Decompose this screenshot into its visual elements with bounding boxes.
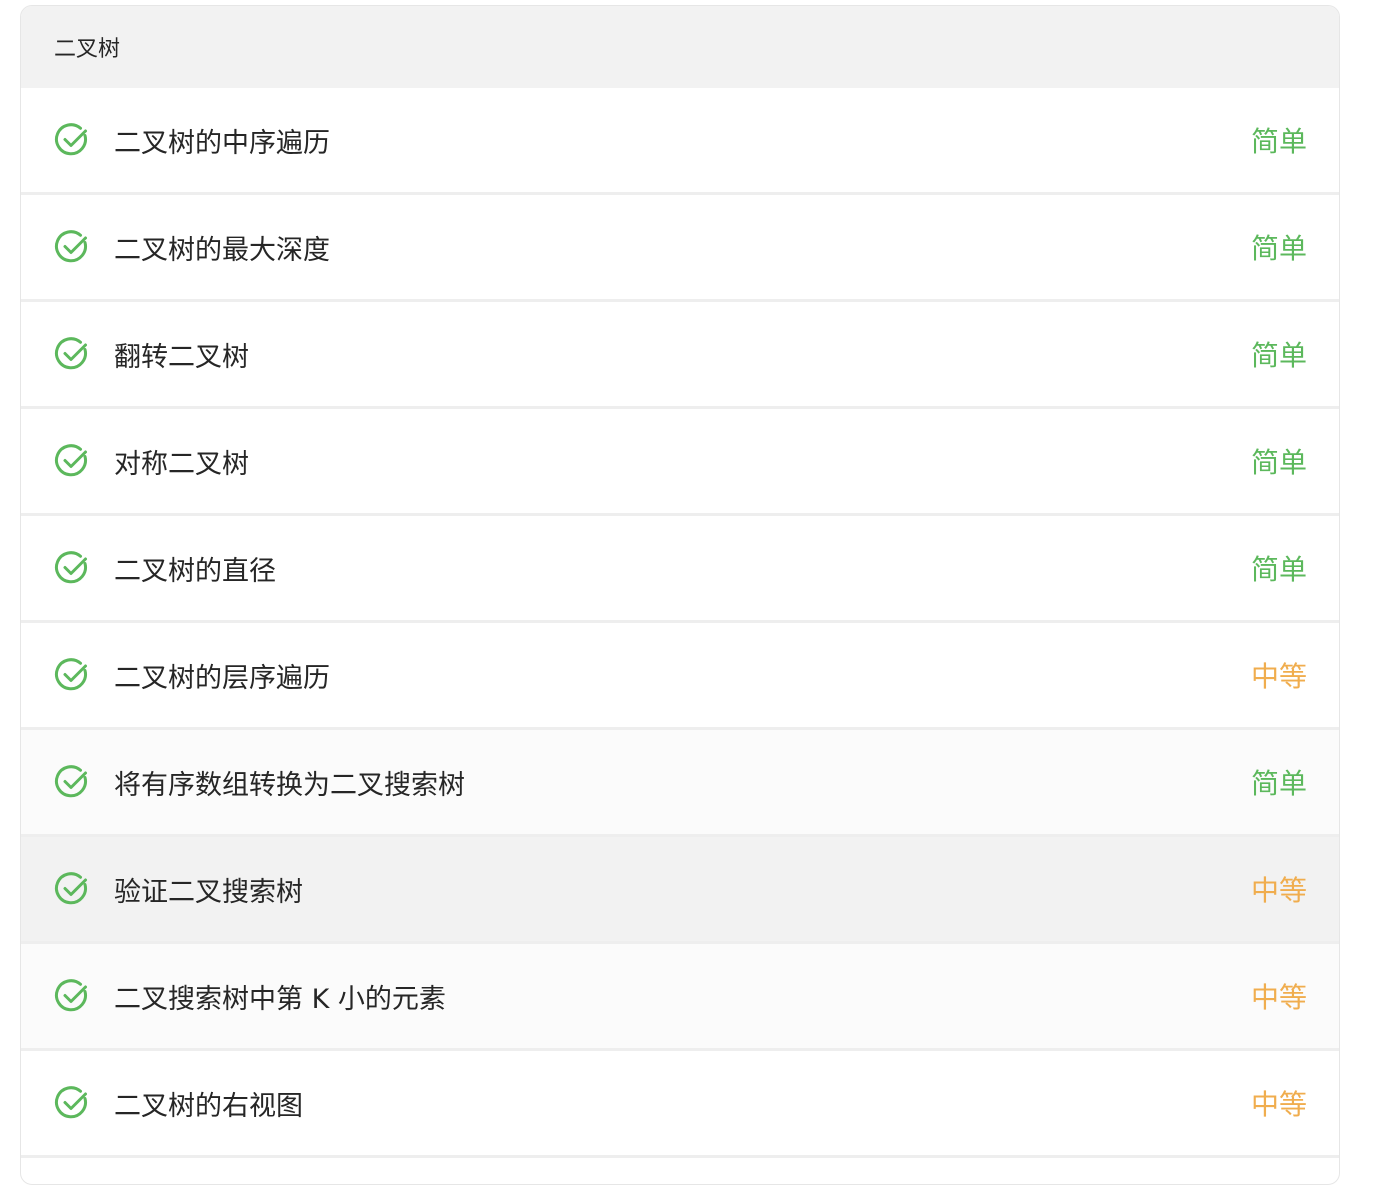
problem-row[interactable]: 二叉树的直径 简单 bbox=[21, 516, 1339, 623]
check-circle-icon bbox=[54, 336, 90, 372]
problem-row[interactable]: 二叉树的最大深度 简单 bbox=[21, 195, 1339, 302]
section-header: 二叉树 bbox=[21, 6, 1339, 88]
difficulty-label: 简单 bbox=[1250, 125, 1307, 158]
check-circle-icon bbox=[54, 764, 90, 800]
problem-row[interactable]: 二叉树的右视图 中等 bbox=[21, 1051, 1339, 1158]
section-title: 二叉树 bbox=[54, 37, 121, 62]
difficulty-label: 简单 bbox=[1250, 232, 1307, 265]
problem-title[interactable]: 将有序数组转换为二叉搜索树 bbox=[114, 763, 465, 802]
problem-title[interactable]: 验证二叉搜索树 bbox=[114, 870, 303, 909]
difficulty-label: 中等 bbox=[1250, 1088, 1307, 1121]
difficulty-label: 简单 bbox=[1250, 339, 1307, 372]
check-circle-icon bbox=[54, 550, 90, 586]
problem-row[interactable]: 翻转二叉树 简单 bbox=[21, 302, 1339, 409]
problem-title[interactable]: 二叉搜索树中第 K 小的元素 bbox=[114, 977, 446, 1016]
problem-title[interactable]: 翻转二叉树 bbox=[114, 335, 249, 374]
problem-row[interactable]: 将有序数组转换为二叉搜索树 简单 bbox=[21, 730, 1339, 837]
problem-row[interactable]: 二叉树的中序遍历 简单 bbox=[21, 88, 1339, 195]
check-circle-icon bbox=[54, 978, 90, 1014]
problem-row[interactable]: 验证二叉搜索树 中等 bbox=[21, 837, 1339, 944]
check-circle-icon bbox=[54, 1085, 90, 1121]
check-circle-icon bbox=[54, 871, 90, 907]
problem-title[interactable]: 对称二叉树 bbox=[114, 442, 249, 481]
difficulty-label: 简单 bbox=[1250, 446, 1307, 479]
problem-row[interactable]: 二叉树的层序遍历 中等 bbox=[21, 623, 1339, 730]
problem-title[interactable]: 二叉树的最大深度 bbox=[114, 228, 330, 267]
check-circle-icon bbox=[54, 229, 90, 265]
problem-row[interactable]: 对称二叉树 简单 bbox=[21, 409, 1339, 516]
problem-list: 二叉树的中序遍历 简单 二叉树的最大深度 简单 翻转二叉树 简单 对称二叉树 简单 二叉树的直径… bbox=[21, 88, 1339, 1158]
problem-title[interactable]: 二叉树的直径 bbox=[114, 549, 276, 588]
check-circle-icon bbox=[54, 443, 90, 479]
problem-title[interactable]: 二叉树的中序遍历 bbox=[114, 121, 330, 160]
problem-row[interactable]: 二叉搜索树中第 K 小的元素 中等 bbox=[21, 944, 1339, 1051]
check-circle-icon bbox=[54, 657, 90, 693]
difficulty-label: 简单 bbox=[1250, 767, 1307, 800]
difficulty-label: 中等 bbox=[1250, 660, 1307, 693]
difficulty-label: 简单 bbox=[1250, 553, 1307, 586]
difficulty-label: 中等 bbox=[1250, 981, 1307, 1014]
check-circle-icon bbox=[54, 122, 90, 158]
problem-title[interactable]: 二叉树的右视图 bbox=[114, 1084, 303, 1123]
difficulty-label: 中等 bbox=[1250, 874, 1307, 907]
problem-list-panel: 二叉树 二叉树的中序遍历 简单 二叉树的最大深度 简单 翻转二叉树 简单 对称二叉树 简单 二叉… bbox=[20, 5, 1340, 1185]
problem-title[interactable]: 二叉树的层序遍历 bbox=[114, 656, 330, 695]
